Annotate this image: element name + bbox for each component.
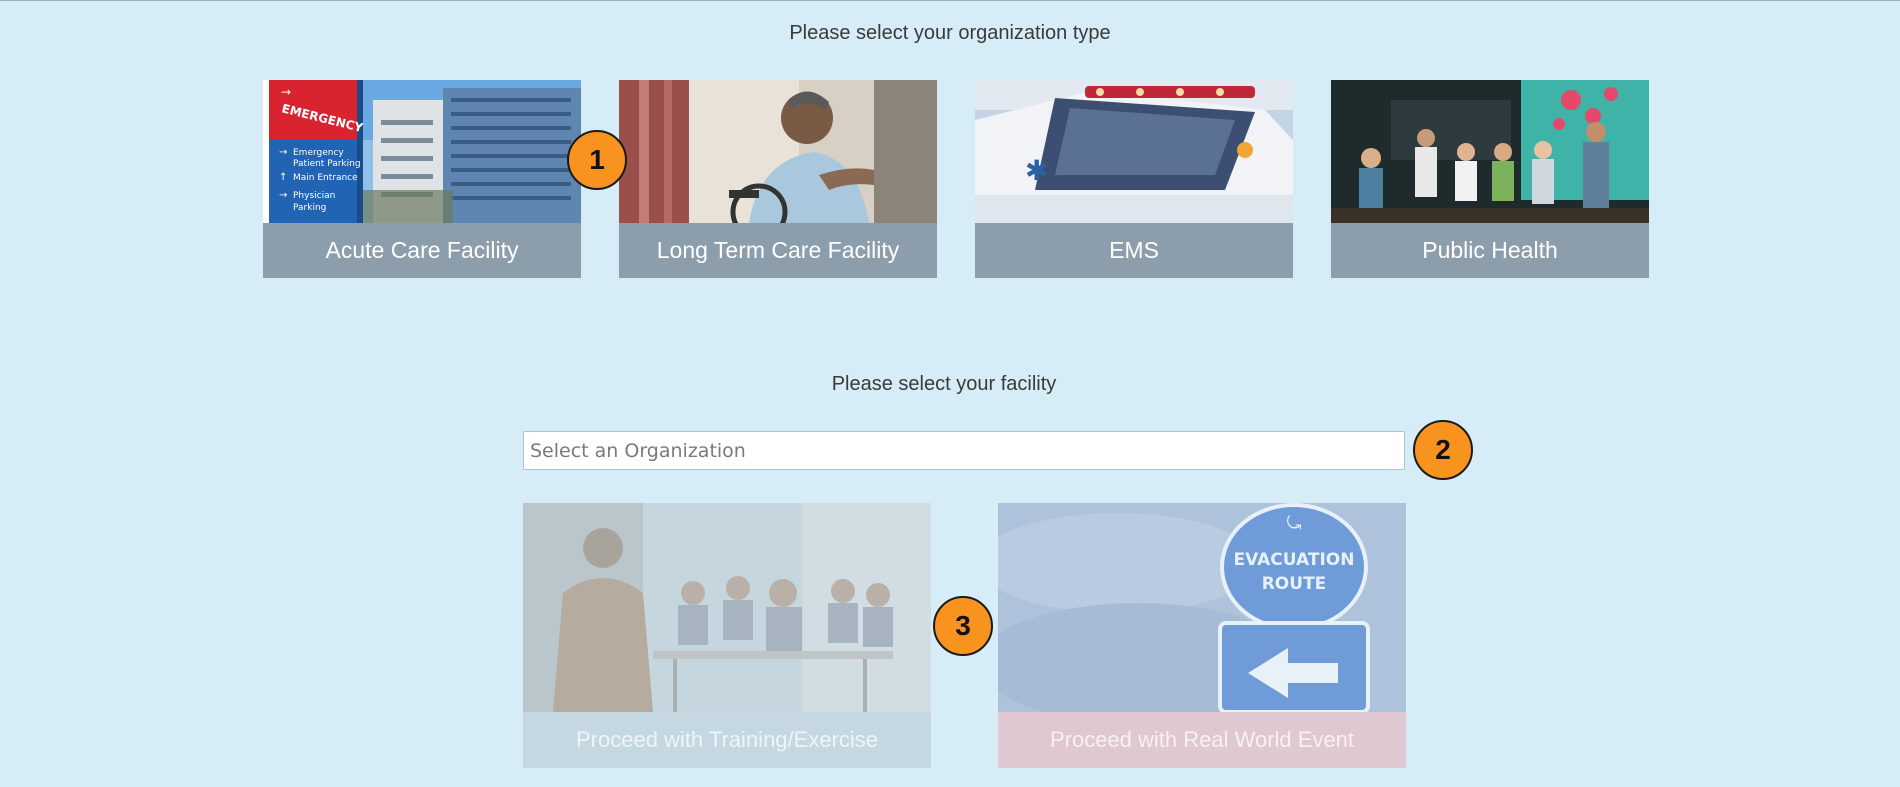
- public-health-image: [1331, 80, 1649, 223]
- ems-card[interactable]: ✱ EMS: [975, 80, 1293, 278]
- svg-text:→: →: [279, 147, 287, 158]
- step-3-badge: 3: [933, 596, 993, 656]
- training-classroom-image: [523, 503, 931, 712]
- acute-care-facility-card[interactable]: → EMERGENCY → Emergency Patient Parking …: [263, 80, 581, 278]
- svg-text:Parking: Parking: [293, 203, 326, 213]
- svg-text:⤿: ⤿: [1287, 513, 1302, 534]
- top-divider: [0, 0, 1900, 1]
- evacuation-sign-line1: EVACUATION: [1234, 550, 1355, 570]
- svg-text:Emergency: Emergency: [293, 148, 344, 158]
- proceed-training-button[interactable]: Proceed with Training/Exercise: [523, 503, 931, 768]
- acute-care-facility-label: Acute Care Facility: [263, 223, 581, 278]
- svg-text:✱: ✱: [1025, 154, 1048, 187]
- ambulance-image: ✱: [975, 80, 1293, 223]
- proceed-training-label: Proceed with Training/Exercise: [523, 712, 931, 768]
- svg-text:→: →: [279, 190, 287, 201]
- step-1-badge: 1: [567, 130, 627, 190]
- facility-heading: Please select your facility: [831, 373, 1057, 395]
- public-health-label: Public Health: [1331, 223, 1649, 278]
- svg-text:Patient Parking: Patient Parking: [293, 159, 361, 169]
- step-2-badge: 2: [1413, 420, 1473, 480]
- long-term-care-facility-card[interactable]: Long Term Care Facility: [619, 80, 937, 278]
- svg-text:Physician: Physician: [293, 191, 335, 201]
- long-term-care-facility-label: Long Term Care Facility: [619, 223, 937, 278]
- svg-text:→: →: [281, 85, 291, 99]
- proceed-real-world-button[interactable]: ⤿ EVACUATION ROUTE Proceed with Real Wor…: [998, 503, 1406, 768]
- evacuation-sign-line2: ROUTE: [1262, 574, 1327, 594]
- proceed-real-world-label: Proceed with Real World Event: [998, 712, 1406, 768]
- long-term-care-image: [619, 80, 937, 223]
- public-health-card[interactable]: Public Health: [1331, 80, 1649, 278]
- svg-text:↑: ↑: [279, 172, 287, 183]
- organization-type-heading: Please select your organization type: [789, 22, 1111, 44]
- organization-select[interactable]: Select an Organization: [523, 431, 1405, 470]
- evacuation-route-image: ⤿ EVACUATION ROUTE: [998, 503, 1406, 712]
- svg-text:Main Entrance: Main Entrance: [293, 173, 358, 183]
- ems-label: EMS: [975, 223, 1293, 278]
- hospital-image: → EMERGENCY → Emergency Patient Parking …: [263, 80, 581, 223]
